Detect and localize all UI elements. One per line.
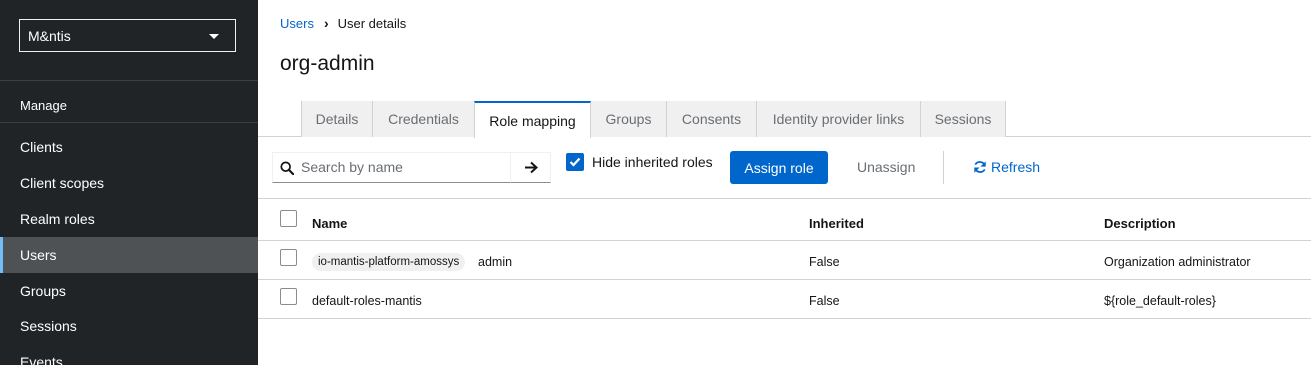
- column-header-inherited: Inherited: [809, 216, 864, 231]
- sidebar-item-groups[interactable]: Groups: [0, 273, 258, 309]
- caret-down-icon: [209, 34, 219, 39]
- hide-inherited-label[interactable]: Hide inherited roles: [592, 154, 713, 170]
- sidebar-item-clients[interactable]: Clients: [0, 129, 258, 165]
- tab-consents[interactable]: Consents: [667, 101, 757, 137]
- refresh-label: Refresh: [991, 159, 1041, 175]
- tab-groups[interactable]: Groups: [591, 101, 667, 137]
- page-title: org-admin: [280, 52, 375, 75]
- realm-selector[interactable]: M&ntis: [19, 19, 236, 52]
- role-description: ${role_default-roles}: [1104, 294, 1216, 308]
- assign-role-button[interactable]: Assign role: [730, 151, 828, 184]
- breadcrumb: Users › User details: [280, 15, 406, 31]
- column-header-description: Description: [1104, 216, 1176, 231]
- search-icon: [280, 161, 294, 175]
- column-header-name[interactable]: Name: [312, 216, 347, 231]
- sidebar-divider: [0, 80, 258, 81]
- role-inherited: False: [809, 294, 840, 308]
- tab-credentials[interactable]: Credentials: [373, 101, 475, 137]
- refresh-button[interactable]: Refresh: [973, 159, 1040, 175]
- client-badge: io-mantis-platform-amossys: [312, 253, 466, 271]
- role-name: admin: [478, 255, 513, 269]
- check-icon: [569, 157, 581, 167]
- breadcrumb-current: User details: [337, 15, 407, 31]
- role-description: Organization administrator: [1104, 255, 1251, 269]
- select-all-checkbox[interactable]: [280, 210, 297, 227]
- sidebar-item-sessions[interactable]: Sessions: [0, 308, 258, 344]
- sidebar-divider: [0, 122, 258, 123]
- row-border: [258, 279, 1311, 280]
- tab-sessions[interactable]: Sessions: [921, 101, 1006, 137]
- section-title-manage: Manage: [20, 98, 67, 113]
- chevron-right-icon: ›: [323, 15, 329, 31]
- row-checkbox[interactable]: [280, 249, 297, 266]
- row-checkbox[interactable]: [280, 288, 297, 305]
- sidebar-item-events[interactable]: Events: [0, 344, 258, 365]
- table-header-border: [258, 240, 1311, 241]
- sidebar: M&ntis Manage Clients Client scopes Real…: [0, 0, 258, 365]
- row-border: [258, 318, 1311, 319]
- sidebar-item-realm-roles[interactable]: Realm roles: [0, 201, 258, 237]
- breadcrumb-users-link[interactable]: Users: [280, 16, 314, 31]
- tab-identity-provider-links[interactable]: Identity provider links: [757, 101, 921, 137]
- arrow-right-icon: [524, 161, 538, 174]
- tab-role-mapping[interactable]: Role mapping: [474, 101, 591, 138]
- search-submit-button[interactable]: [510, 152, 551, 183]
- table-top-border: [258, 198, 1311, 199]
- sidebar-item-client-scopes[interactable]: Client scopes: [0, 165, 258, 201]
- search-input[interactable]: [301, 159, 501, 175]
- refresh-icon: [974, 161, 986, 173]
- role-inherited: False: [809, 255, 840, 269]
- unassign-button[interactable]: Unassign: [857, 159, 915, 175]
- realm-name: M&ntis: [28, 27, 71, 44]
- role-name: default-roles-mantis: [312, 294, 422, 308]
- tab-details[interactable]: Details: [301, 101, 373, 137]
- sidebar-item-users[interactable]: Users: [0, 237, 258, 273]
- toolbar-divider: [943, 151, 944, 184]
- search-box: [272, 152, 511, 183]
- hide-inherited-checkbox[interactable]: [566, 153, 584, 171]
